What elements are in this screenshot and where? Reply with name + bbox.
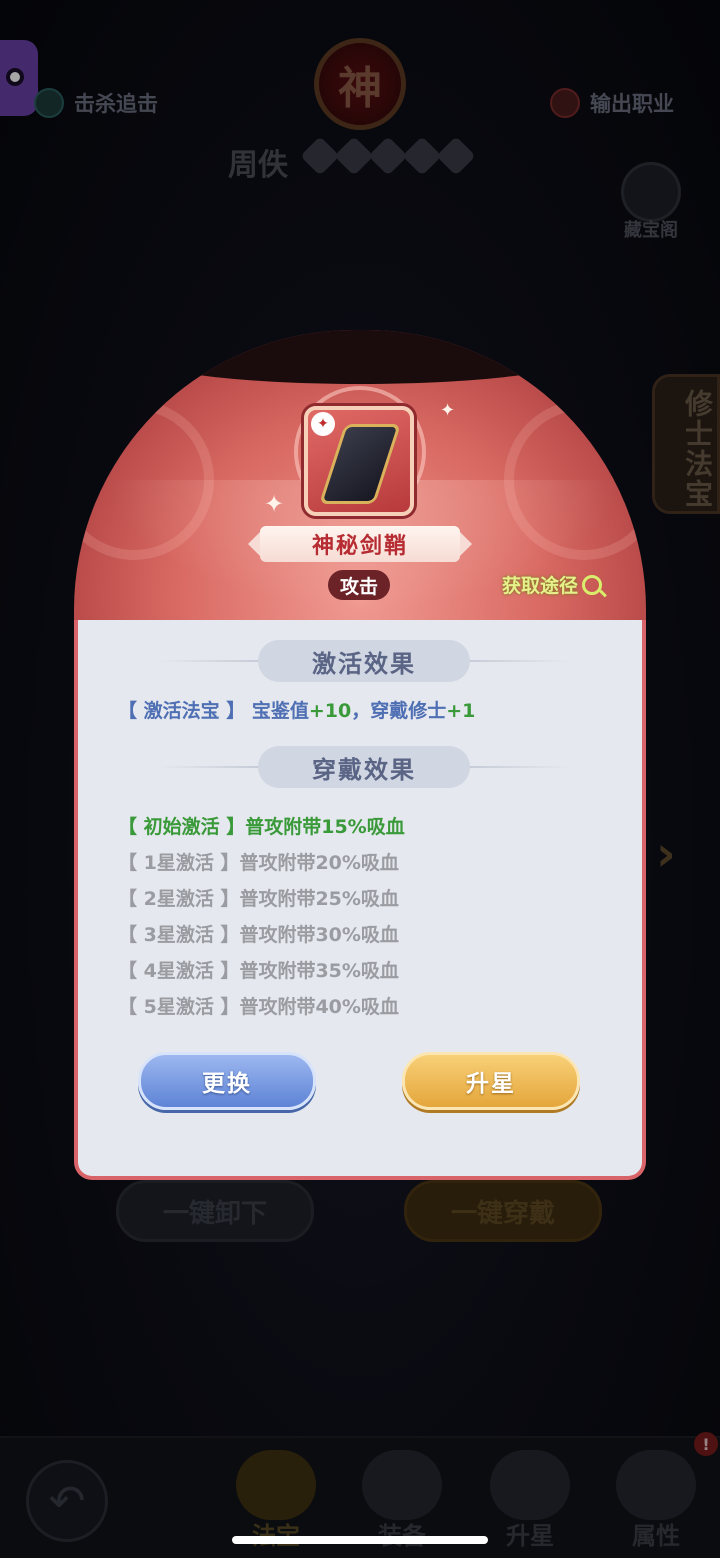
upstar-button[interactable]: 升星: [402, 1052, 580, 1110]
effect-tag: 【 初始激活 】: [118, 816, 246, 838]
activate-effect-line: 【 激活法宝 】 宝鉴值+10，穿戴修士+1: [118, 696, 475, 723]
wear-effect-row: 【 5星激活 】普攻附带40%吸血: [118, 992, 399, 1019]
sparkle-icon: ✦: [264, 490, 285, 518]
divider: [158, 766, 258, 768]
obtain-source-link[interactable]: 获取途径: [502, 571, 603, 598]
treasure-detail-dialog: ✦ ✦ ✦ 神秘剑鞘 攻击 获取途径 激活效果 【 激活法宝 】 宝鉴值+10，…: [74, 330, 646, 1180]
magnifier-icon: [582, 574, 603, 595]
wear-effect-row: 【 4星激活 】普攻附带35%吸血: [118, 956, 399, 983]
effect-text: 普攻附带35%吸血: [239, 960, 399, 982]
effect-tag: 【 5星激活 】: [118, 996, 240, 1018]
effect-text: 普攻附带25%吸血: [239, 888, 399, 910]
effect-text: ，穿戴修士: [351, 700, 447, 722]
effect-text: 宝鉴值: [251, 700, 309, 722]
sparkle-icon: ✦: [440, 400, 456, 421]
change-button[interactable]: 更换: [138, 1052, 316, 1110]
effect-value: +10: [308, 700, 352, 722]
home-indicator[interactable]: [232, 1536, 488, 1544]
effect-tag: 【 2星激活 】: [118, 888, 240, 910]
wear-effect-row: 【 初始激活 】普攻附带15%吸血: [118, 812, 405, 839]
wear-effect-row: 【 1星激活 】普攻附带20%吸血: [118, 848, 399, 875]
header-shadow: [134, 330, 586, 384]
divider: [158, 660, 258, 662]
scabbard-icon: [319, 424, 401, 504]
item-card: ✦: [304, 406, 414, 516]
attack-type-icon: ✦: [311, 412, 335, 436]
effect-value: +1: [446, 700, 476, 722]
obtain-source-label: 获取途径: [502, 575, 579, 597]
item-type-badge: 攻击: [328, 570, 390, 600]
effect-text: 普攻附带20%吸血: [239, 852, 399, 874]
wear-effect-title: 穿戴效果: [258, 746, 470, 788]
wear-effect-row: 【 3星激活 】普攻附带30%吸血: [118, 920, 399, 947]
effect-tag: 【 3星激活 】: [118, 924, 240, 946]
effect-text: 普攻附带40%吸血: [239, 996, 399, 1018]
effect-text: 普攻附带15%吸血: [245, 816, 405, 838]
effect-tag: 【 1星激活 】: [118, 852, 240, 874]
effect-tag: 【 4星激活 】: [118, 960, 240, 982]
item-name: 神秘剑鞘: [248, 526, 472, 562]
divider: [470, 660, 570, 662]
wear-effect-row: 【 2星激活 】普攻附带25%吸血: [118, 884, 399, 911]
effect-text: 普攻附带30%吸血: [239, 924, 399, 946]
activate-effect-title: 激活效果: [258, 640, 470, 682]
effect-tag: 【 激活法宝 】: [118, 700, 246, 722]
divider: [470, 766, 570, 768]
